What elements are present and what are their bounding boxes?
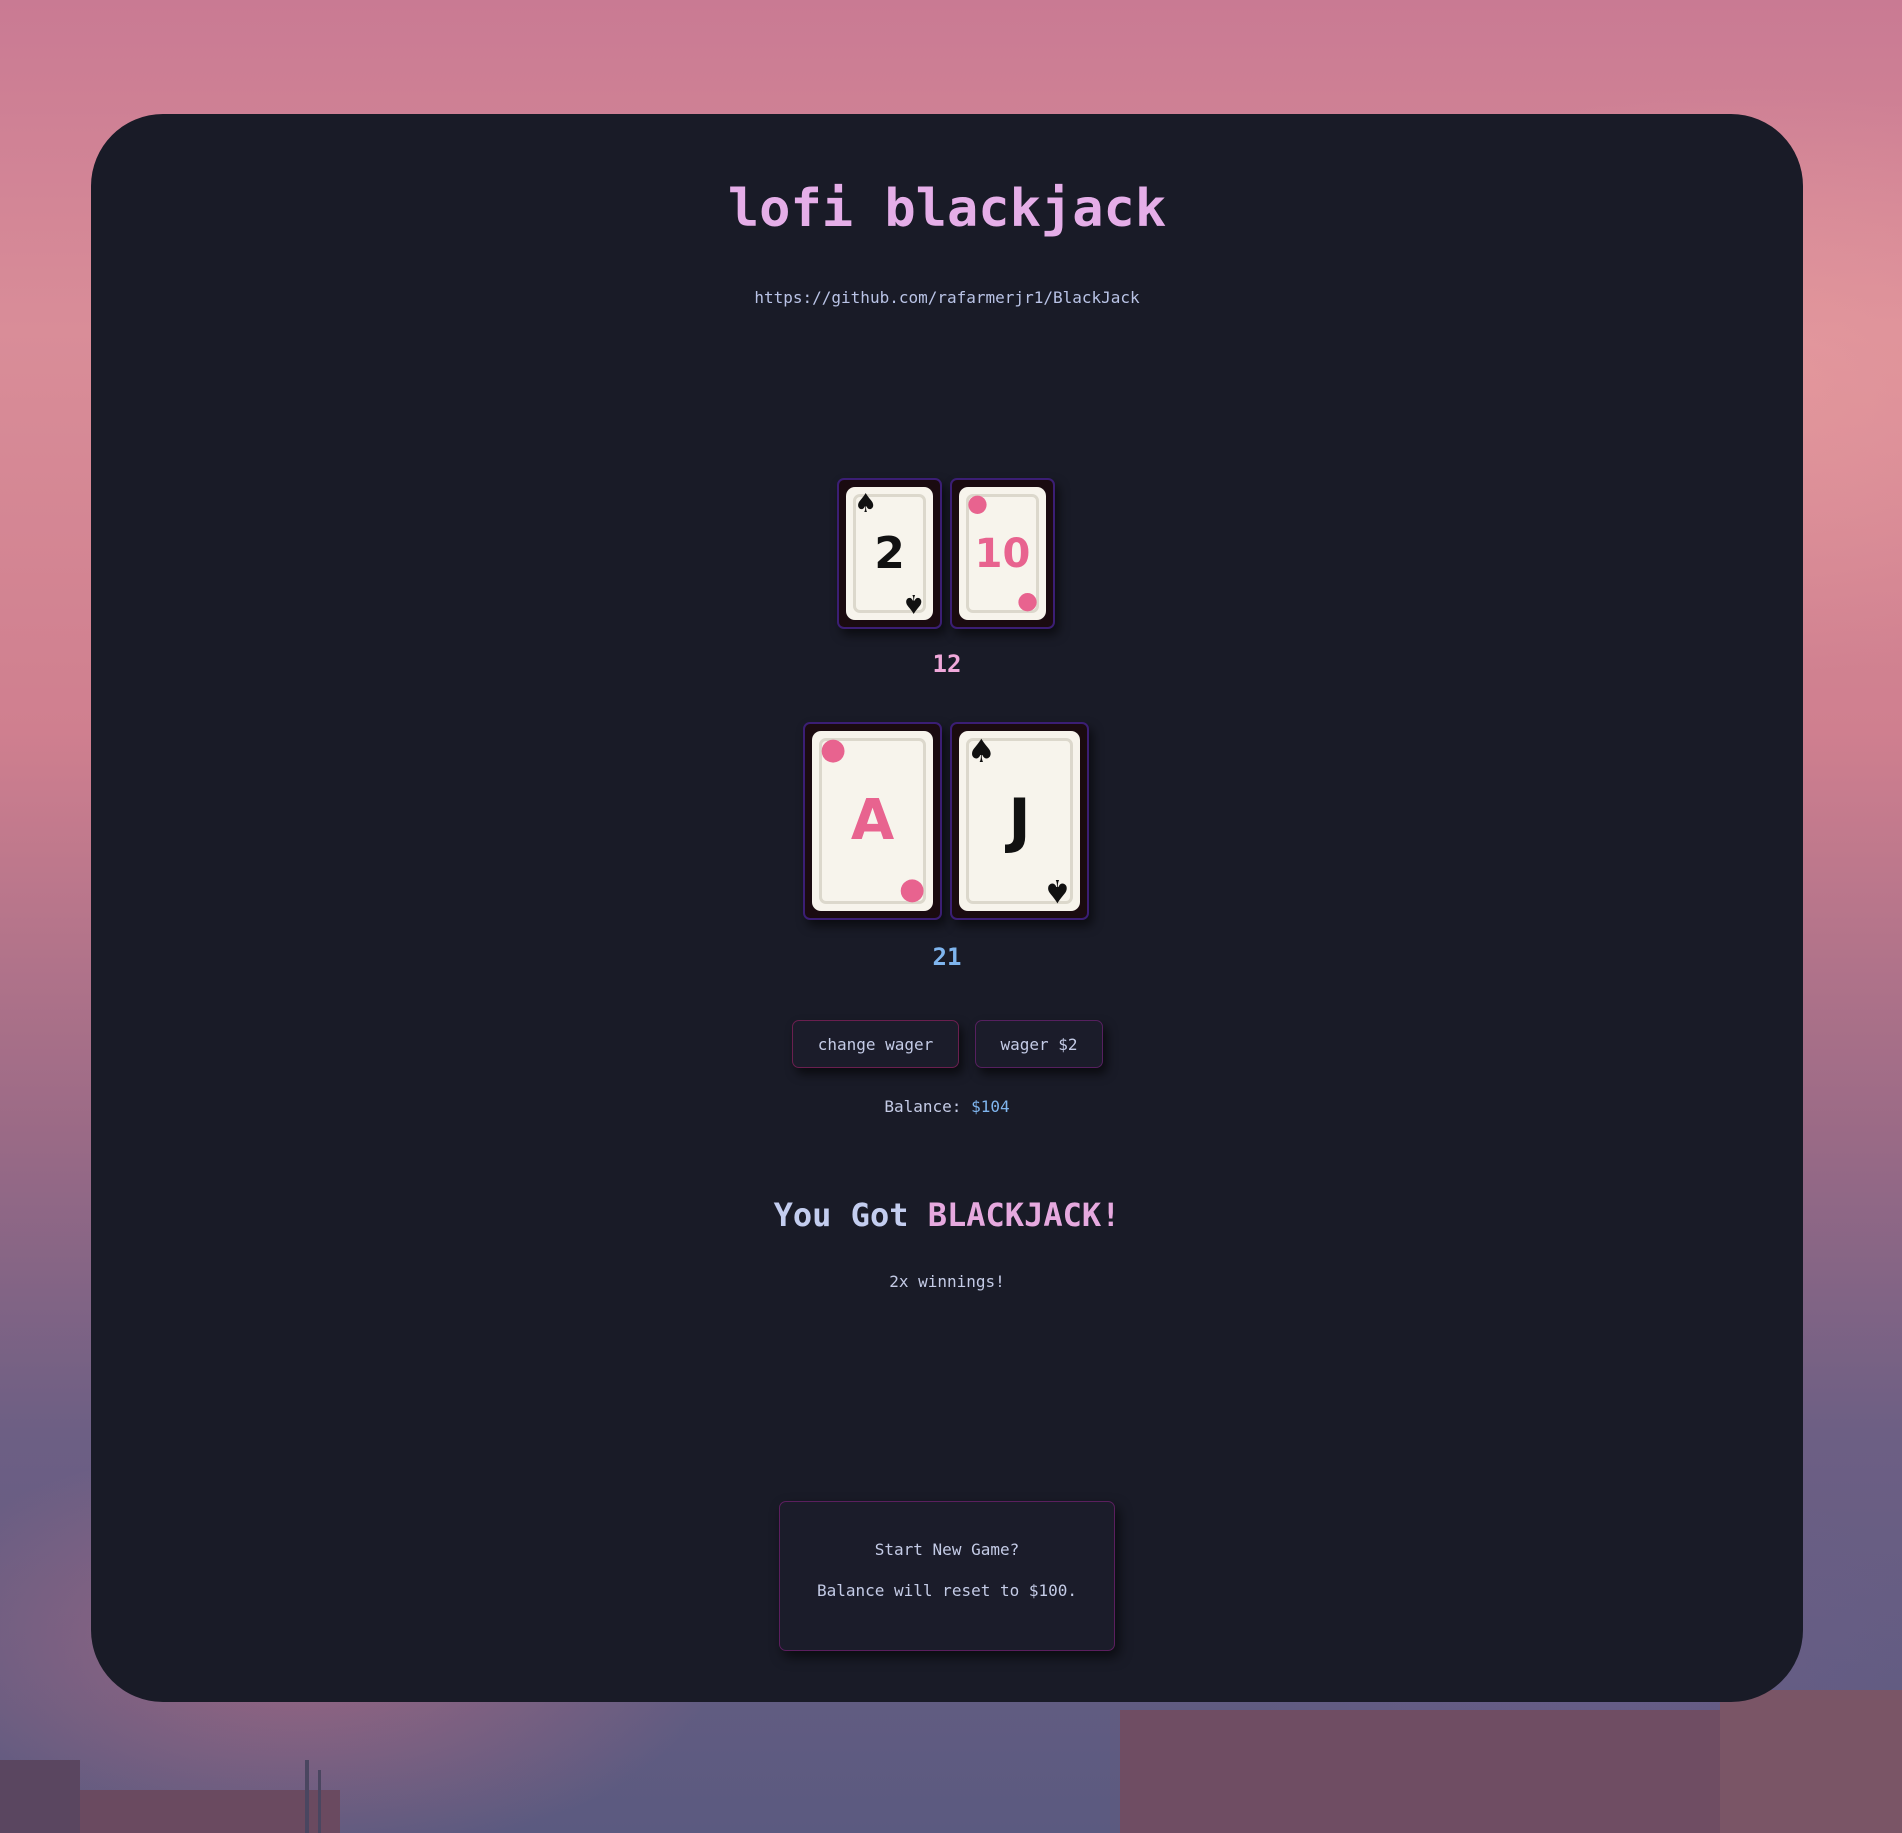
result-prefix: You Got	[773, 1196, 928, 1234]
balance-display: Balance: $104	[91, 1097, 1803, 1116]
dealer-score: 12	[932, 650, 962, 678]
background-building	[1120, 1710, 1720, 1833]
page-title: lofi blackjack	[727, 179, 1167, 239]
background-building	[80, 1790, 340, 1833]
wager-button[interactable]: wager $2	[975, 1020, 1103, 1068]
card-face: ● ● A	[812, 731, 933, 911]
diamond-icon: ●	[1017, 590, 1038, 618]
spade-icon: ♠	[854, 489, 878, 519]
result-heading: You Got BLACKJACK!	[91, 1196, 1803, 1234]
change-wager-button[interactable]: change wager	[792, 1020, 959, 1068]
card-rank: 10	[974, 530, 1031, 577]
background-pole	[318, 1770, 321, 1833]
result-highlight: BLACKJACK!	[927, 1196, 1121, 1234]
spade-icon: ♠	[967, 732, 996, 770]
dealer-card: ● ● 10	[950, 478, 1055, 629]
new-game-prompt: Start New Game?	[874, 1540, 1020, 1559]
background-building	[1720, 1690, 1902, 1833]
card-face: ● ● 10	[959, 487, 1046, 620]
dealer-card: ♠ ♠ 2	[837, 478, 942, 629]
start-new-game-button[interactable]: Start New Game? Balance will reset to $1…	[779, 1501, 1115, 1651]
card-face: ♠ ♠ J	[959, 731, 1080, 911]
spade-icon: ♠	[1043, 872, 1072, 910]
dealer-hand: ♠ ♠ 2 ● ● 10	[837, 478, 1055, 629]
player-score: 21	[932, 943, 962, 971]
repo-link[interactable]: https://github.com/rafarmerjr1/BlackJack	[91, 288, 1803, 307]
spade-icon: ♠	[901, 588, 925, 618]
result-subtext: 2x winnings!	[889, 1272, 1005, 1291]
background-building	[0, 1760, 80, 1833]
diamond-icon: ●	[820, 732, 847, 767]
card-rank: J	[1008, 786, 1031, 856]
player-hand: ● ● A ♠ ♠ J	[803, 722, 1089, 920]
player-card: ♠ ♠ J	[950, 722, 1089, 920]
diamond-icon: ●	[898, 875, 925, 910]
new-game-note: Balance will reset to $100.	[816, 1581, 1078, 1600]
player-card: ● ● A	[803, 722, 942, 920]
balance-label: Balance:	[884, 1097, 972, 1116]
balance-amount: $104	[971, 1097, 1010, 1116]
game-panel: lofi blackjack https://github.com/rafarm…	[91, 114, 1803, 1702]
card-rank: 2	[874, 527, 905, 579]
diamond-icon: ●	[967, 489, 988, 517]
card-rank: A	[850, 788, 895, 853]
background-pole	[305, 1760, 309, 1833]
card-face: ♠ ♠ 2	[846, 487, 933, 620]
